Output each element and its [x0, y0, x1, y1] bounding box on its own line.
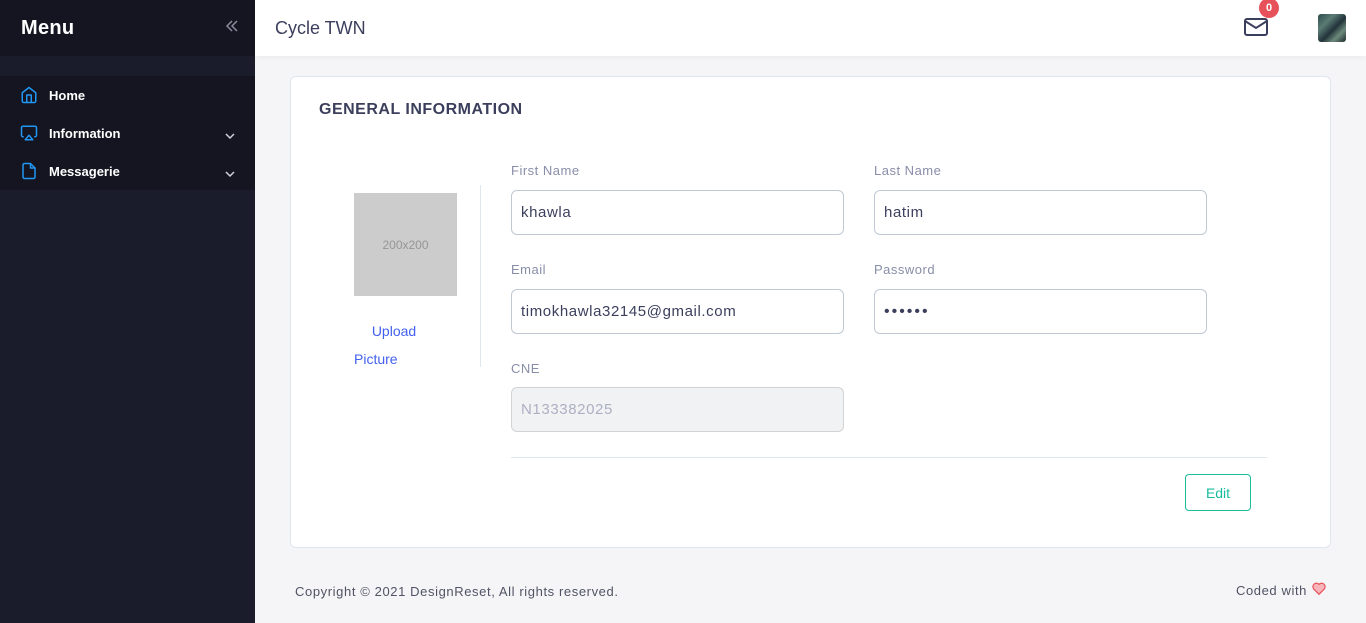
password-label: Password: [874, 262, 936, 277]
sidebar-item-messagerie[interactable]: Messagerie: [0, 152, 255, 190]
footer-copyright: Copyright © 2021 DesignReset, All rights…: [295, 584, 619, 599]
sidebar-item-label: Messagerie: [49, 163, 120, 179]
home-icon: [20, 86, 38, 104]
app-title: Cycle TWN: [275, 17, 366, 38]
sidebar-item-information[interactable]: Information: [0, 114, 255, 152]
sidebar-item-home[interactable]: Home: [0, 76, 255, 114]
card-title: GENERAL INFORMATION: [319, 101, 523, 118]
horizontal-divider: [511, 457, 1267, 458]
sidebar-header: Menu: [0, 0, 255, 56]
cne-label: CNE: [511, 361, 540, 376]
file-icon: [20, 162, 38, 180]
last-name-field[interactable]: [874, 190, 1207, 235]
sidebar-item-label: Information: [49, 125, 121, 141]
sidebar-title: Menu: [21, 16, 75, 39]
cne-field: [511, 387, 844, 432]
topbar: Cycle TWN 0: [255, 0, 1366, 56]
chevron-down-icon: [225, 128, 235, 140]
airplay-icon: [20, 124, 38, 142]
password-field[interactable]: [874, 289, 1207, 334]
coded-with-text: Coded with: [1235, 583, 1307, 598]
sidebar-item-label: Home: [49, 87, 86, 103]
profile-photo-placeholder: 200x200: [354, 193, 457, 296]
vertical-divider: [480, 185, 481, 367]
mail-icon: [1244, 18, 1268, 36]
email-label: Email: [511, 262, 547, 277]
first-name-label: First Name: [511, 163, 580, 178]
upload-link-line2: Picture: [354, 351, 398, 367]
sidebar-gap: [0, 56, 255, 76]
collapse-sidebar-icon[interactable]: [225, 19, 239, 38]
heart-icon: [1312, 582, 1326, 599]
email-field[interactable]: [511, 289, 844, 334]
upload-link-line1: Upload: [371, 323, 417, 339]
first-name-field[interactable]: [511, 190, 844, 235]
footer-credit: Coded with: [1236, 582, 1326, 599]
last-name-label: Last Name: [874, 163, 942, 178]
mail-badge: 0: [1259, 0, 1279, 18]
avatar[interactable]: [1318, 14, 1346, 42]
chevron-down-icon: [225, 166, 235, 178]
edit-button[interactable]: Edit: [1185, 474, 1251, 511]
menu-list: Home Information Messagerie: [0, 76, 255, 190]
photo-placeholder-text: 200x200: [382, 237, 429, 252]
sidebar: Menu Home Information Messagerie: [0, 0, 255, 623]
mail-button[interactable]: 0: [1244, 0, 1279, 39]
general-information-card: GENERAL INFORMATION 200x200 Upload Pictu…: [290, 76, 1331, 548]
upload-picture-link[interactable]: Upload Picture: [354, 317, 434, 373]
